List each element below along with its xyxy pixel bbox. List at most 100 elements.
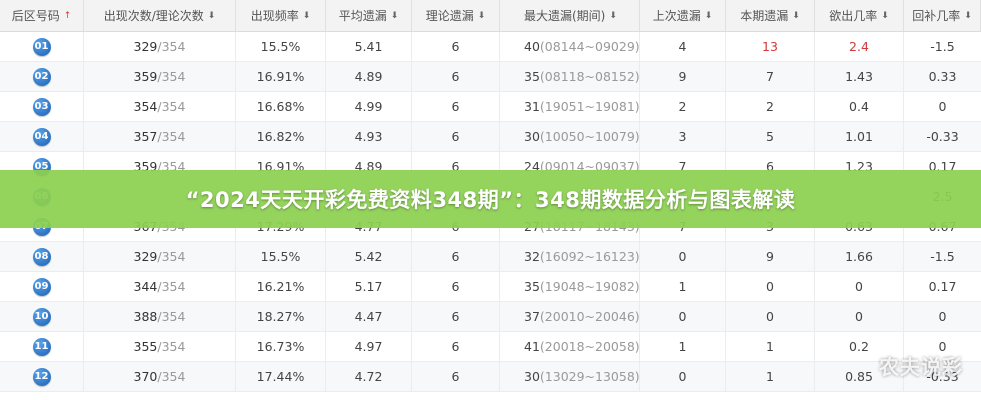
max-miss-range: (16092~16123) [539,249,640,264]
column-header-4[interactable]: 理论遗漏 ⬇ [412,0,500,31]
current-miss-cell: 0 [726,272,815,301]
hit-count: 370 [133,369,158,384]
current-miss-value: 7 [766,69,774,84]
column-header-3[interactable]: 平均遗漏 ⬇ [326,0,412,31]
max-miss-cell: 40 (08144~09029) [500,32,640,61]
column-header-9[interactable]: 回补几率 ⬇ [904,0,981,31]
last-miss-cell: 1 [640,272,726,301]
theory-miss-value: 6 [451,129,460,144]
hit-count: 354 [133,99,158,114]
column-header-8[interactable]: 欲出几率 ⬇ [815,0,904,31]
theory-miss-cell: 6 [412,242,500,271]
theory-miss-value: 6 [451,279,460,294]
refill-rate-value: 0.17 [928,279,957,294]
current-miss-value: 2 [766,99,774,114]
table-row: 10 388/354 18.27% 4.47 6 37 (20010~20046) 0 0 0 0 [0,302,981,332]
theory-count: 354 [161,39,186,54]
frequency-value: 16.21% [256,279,305,294]
last-miss-value: 9 [678,69,687,84]
hit-count: 359 [133,69,158,84]
column-header-0[interactable]: 后区号码 ↑ [0,0,84,31]
refill-rate-value: 0 [938,99,947,114]
hit-count: 329 [133,39,158,54]
column-header-5[interactable]: 最大遗漏(期间) ⬇ [500,0,640,31]
column-header-2[interactable]: 出现频率 ⬇ [236,0,326,31]
last-miss-cell: 2 [640,92,726,121]
theory-miss-cell: 6 [412,32,500,61]
number-cell: 08 [0,242,84,271]
hit-count: 355 [133,339,158,354]
sort-down-icon[interactable]: ⬇ [705,11,713,21]
sort-down-icon[interactable]: ⬇ [609,11,617,21]
average-miss-value: 5.41 [354,39,383,54]
current-miss-value: 5 [766,129,774,144]
refill-rate-value: 0 [938,309,947,324]
last-miss-value: 1 [678,339,687,354]
theory-count: 354 [161,99,186,114]
max-miss-cell: 35 (19048~19082) [500,272,640,301]
number-cell: 03 [0,92,84,121]
number-cell: 10 [0,302,84,331]
theory-miss-value: 6 [451,39,460,54]
max-miss-value: 41 [524,339,540,354]
sort-down-icon[interactable]: ⬇ [391,11,399,21]
last-miss-cell: 0 [640,302,726,331]
average-miss-value: 4.72 [354,369,383,384]
average-miss-value: 4.97 [354,339,383,354]
current-miss-value: 1 [766,339,774,354]
last-miss-value: 2 [678,99,687,114]
theory-count: 354 [161,249,186,264]
hit-count: 388 [133,309,158,324]
column-header-label: 欲出几率 [829,9,878,23]
appear-rate-value: 0.85 [845,369,873,384]
last-miss-cell: 9 [640,62,726,91]
theory-miss-cell: 6 [412,122,500,151]
max-miss-range: (08118~08152) [539,69,640,84]
hits-cell: 344/354 [84,272,236,301]
last-miss-cell: 0 [640,362,726,391]
banner-title: “2024天天开彩免费资料348期”：348期数据分析与图表解读 [185,188,796,212]
max-miss-value: 40 [524,39,540,54]
hits-cell: 370/354 [84,362,236,391]
sort-down-icon[interactable]: ⬇ [208,11,216,21]
column-header-7[interactable]: 本期遗漏 ⬇ [726,0,815,31]
current-miss-value: 13 [762,39,778,54]
average-miss-cell: 4.47 [326,302,412,331]
average-miss-cell: 4.97 [326,332,412,361]
theory-miss-cell: 6 [412,302,500,331]
theory-count: 354 [161,339,186,354]
table-row: 08 329/354 15.5% 5.42 6 32 (16092~16123) 0 9 1.66… [0,242,981,272]
frequency-cell: 17.44% [236,362,326,391]
appear-rate-value: 0 [855,309,863,324]
hits-cell: 329/354 [84,242,236,271]
current-miss-cell: 13 [726,32,815,61]
max-miss-value: 30 [524,129,540,144]
sort-down-icon[interactable]: ⬇ [964,11,972,21]
refill-rate-value: 0.33 [928,69,957,84]
number-ball: 01 [32,37,51,56]
current-miss-value: 0 [766,309,774,324]
number-cell: 01 [0,32,84,61]
frequency-value: 16.73% [256,339,305,354]
sort-up-icon[interactable]: ↑ [64,11,72,21]
sort-down-icon[interactable]: ⬇ [478,11,486,21]
sort-down-icon[interactable]: ⬇ [303,11,311,21]
column-header-6[interactable]: 上次遗漏 ⬇ [640,0,726,31]
appear-rate-value: 1.43 [845,69,873,84]
average-miss-value: 4.47 [354,309,383,324]
max-miss-value: 35 [524,279,540,294]
column-header-label: 出现频率 [250,9,299,23]
max-miss-value: 32 [524,249,540,264]
sort-down-icon[interactable]: ⬇ [881,11,889,21]
appear-rate-cell: 0 [815,272,904,301]
frequency-cell: 15.5% [236,242,326,271]
last-miss-cell: 3 [640,122,726,151]
table-row: 01 329/354 15.5% 5.41 6 40 (08144~09029) 4 13 2.4… [0,32,981,62]
sort-down-icon[interactable]: ⬇ [792,11,800,21]
column-header-1[interactable]: 出现次数/理论次数 ⬇ [84,0,236,31]
current-miss-cell: 1 [726,332,815,361]
theory-miss-cell: 6 [412,92,500,121]
watermark: 农夫说彩 [879,355,963,379]
hits-cell: 359/354 [84,62,236,91]
frequency-value: 18.27% [256,309,305,324]
